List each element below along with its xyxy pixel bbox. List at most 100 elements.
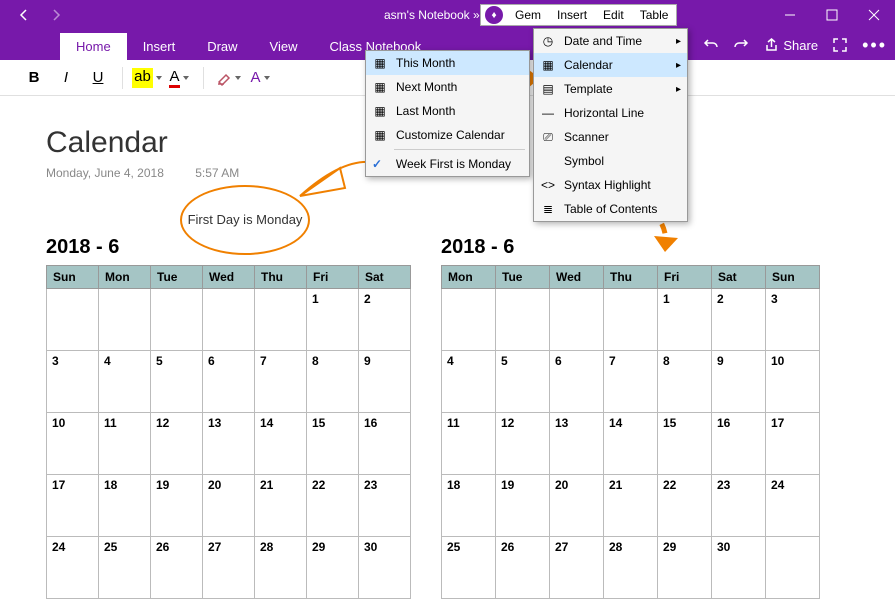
menu-label: Horizontal Line	[564, 106, 644, 120]
bold-button[interactable]: B	[20, 64, 48, 92]
calendar-cell: 16	[359, 413, 411, 475]
gem-menu-insert[interactable]: Insert	[549, 6, 595, 24]
calendar-cell: 21	[255, 475, 307, 537]
calendar-cell: 6	[203, 351, 255, 413]
menu-label: Last Month	[396, 104, 455, 118]
menu-this-month[interactable]: ▦This Month	[366, 51, 529, 75]
calendar-cell	[766, 537, 820, 599]
calendar-cell: 7	[255, 351, 307, 413]
calendar-cell: 5	[496, 351, 550, 413]
highlight-button[interactable]: ab	[133, 64, 161, 92]
menu-calendar[interactable]: ▦Calendar	[534, 53, 687, 77]
calendar-cell: 26	[151, 537, 203, 599]
gem-menubar: ♦ Gem Insert Edit Table	[480, 4, 677, 26]
calendar-cell	[442, 289, 496, 351]
gem-menu-edit[interactable]: Edit	[595, 6, 632, 24]
menu-symbol[interactable]: Symbol	[534, 149, 687, 173]
calendar-cell: 8	[658, 351, 712, 413]
calendar-cell: 19	[151, 475, 203, 537]
calendar-cell: 25	[442, 537, 496, 599]
maximize-button[interactable]	[811, 0, 853, 30]
menu-horizontal-line[interactable]: —Horizontal Line	[534, 101, 687, 125]
calendar-header: Sat	[359, 266, 411, 289]
menu-label: This Month	[396, 56, 455, 70]
calendar-cell: 9	[712, 351, 766, 413]
menu-label: Calendar	[564, 58, 613, 72]
calendar-left: 2018 - 6 SunMonTueWedThuFriSat 123456789…	[46, 236, 411, 599]
underline-button[interactable]: U	[84, 64, 112, 92]
forward-button[interactable]	[44, 3, 68, 27]
gem-menu-table[interactable]: Table	[632, 6, 677, 24]
calendar-cell: 2	[712, 289, 766, 351]
calendar-cell: 30	[712, 537, 766, 599]
menu-separator	[394, 149, 525, 150]
share-label: Share	[783, 38, 818, 53]
calendar-cell: 21	[604, 475, 658, 537]
close-button[interactable]	[853, 0, 895, 30]
menu-week-first-monday[interactable]: Week First is Monday	[366, 152, 529, 176]
tab-home[interactable]: Home	[60, 33, 127, 60]
calendar-cell: 13	[203, 413, 255, 475]
calendar-cell: 26	[496, 537, 550, 599]
calendar-cell	[203, 289, 255, 351]
redo-button[interactable]	[733, 37, 749, 53]
page-date: Monday, June 4, 2018	[46, 166, 164, 180]
calendar-header: Fri	[307, 266, 359, 289]
clear-format-button[interactable]	[214, 64, 242, 92]
calendar-cell: 18	[442, 475, 496, 537]
code-icon: <>	[540, 177, 556, 193]
tab-view[interactable]: View	[254, 33, 314, 60]
calendar-cell: 10	[47, 413, 99, 475]
calendar-cell: 3	[47, 351, 99, 413]
undo-button[interactable]	[703, 37, 719, 53]
calendar-cell	[550, 289, 604, 351]
calendar-cell	[496, 289, 550, 351]
tab-draw[interactable]: Draw	[191, 33, 253, 60]
calendar-left-table: SunMonTueWedThuFriSat 123456789101112131…	[46, 265, 411, 599]
menu-customize-calendar[interactable]: ▦ Customize Calendar	[366, 123, 529, 147]
calendar-cell: 23	[712, 475, 766, 537]
minimize-button[interactable]	[769, 0, 811, 30]
format-painter-button[interactable]: A	[246, 64, 274, 92]
share-button[interactable]: Share	[763, 37, 818, 53]
calendar-cell: 12	[496, 413, 550, 475]
menu-date-time[interactable]: ◷Date and Time	[534, 29, 687, 53]
calendar-cell: 22	[658, 475, 712, 537]
more-button[interactable]: •••	[862, 35, 887, 56]
calendar-icon: ▦	[372, 127, 388, 143]
back-button[interactable]	[12, 3, 36, 27]
calendar-cell: 14	[604, 413, 658, 475]
calendar-header: Tue	[151, 266, 203, 289]
gem-insert-menu: ◷Date and Time ▦Calendar ▤Template —Hori…	[533, 28, 688, 222]
template-icon: ▤	[540, 81, 556, 97]
menu-syntax-highlight[interactable]: <>Syntax Highlight	[534, 173, 687, 197]
scanner-icon: ⎚	[540, 129, 556, 145]
menu-label: Table of Contents	[564, 202, 657, 216]
menu-label: Scanner	[564, 130, 609, 144]
menu-next-month[interactable]: ▦Next Month	[366, 75, 529, 99]
calendar-header: Sun	[47, 266, 99, 289]
calendar-header: Wed	[203, 266, 255, 289]
menu-label: Next Month	[396, 80, 457, 94]
calendar-cell: 28	[604, 537, 658, 599]
menu-template[interactable]: ▤Template	[534, 77, 687, 101]
calendar-cell: 23	[359, 475, 411, 537]
menu-scanner[interactable]: ⎚ Scanner	[534, 125, 687, 149]
calendar-cell: 27	[550, 537, 604, 599]
gem-menu-gem[interactable]: Gem	[507, 6, 549, 24]
tab-insert[interactable]: Insert	[127, 33, 192, 60]
calendar-submenu: ▦This Month ▦Next Month ▦Last Month ▦ Cus…	[365, 50, 530, 177]
italic-button[interactable]: I	[52, 64, 80, 92]
calendar-header: Thu	[255, 266, 307, 289]
calendar-cell: 18	[99, 475, 151, 537]
menu-label: Customize Calendar	[396, 128, 505, 142]
menu-table-of-contents[interactable]: ≣Table of Contents	[534, 197, 687, 221]
calendar-cell: 22	[307, 475, 359, 537]
font-color-button[interactable]: A	[165, 64, 193, 92]
fullscreen-button[interactable]	[832, 37, 848, 53]
calendar-header: Thu	[604, 266, 658, 289]
menu-last-month[interactable]: ▦Last Month	[366, 99, 529, 123]
calendar-cell: 3	[766, 289, 820, 351]
calendar-cell: 27	[203, 537, 255, 599]
calendar-cell: 2	[359, 289, 411, 351]
